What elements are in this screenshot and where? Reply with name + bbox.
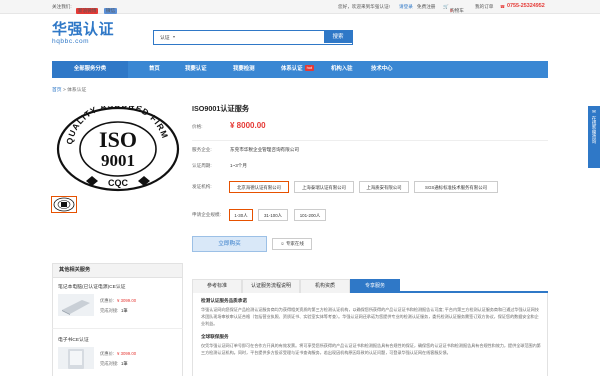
deals-count: 1筆	[121, 308, 128, 313]
related-service-card[interactable]: 笔记本电脑(已认证电源)CE认证 优惠价: ¥ 3099.00 完成对接: 1筆	[52, 278, 183, 328]
content-heading: 全球联保服务	[201, 334, 229, 339]
logo-main-text: 华强认证	[52, 21, 115, 38]
company-value: 东莞市华税企业管理咨询有限公司	[230, 147, 299, 152]
site-logo[interactable]: 华强认证 hqbbc.com	[52, 22, 114, 46]
online-service-float-tab[interactable]: ✉ 在线客服咨询	[588, 106, 600, 168]
logo-sub-text: hqbbc.com	[52, 38, 90, 45]
login-link[interactable]: 请登录	[399, 4, 413, 10]
scale-option[interactable]: 1-30人	[229, 209, 253, 221]
breadcrumb-current: 体系认证	[67, 88, 87, 93]
detail-tabs: 参考标准 认证服务流程说明 机构资质 专享服务	[192, 279, 548, 293]
deals-label: 完成对接:	[100, 361, 119, 366]
nav-testing[interactable]: 我要检测	[233, 61, 255, 78]
price-label: 价格:	[192, 124, 203, 129]
deals-count: 1筆	[121, 361, 128, 366]
content-paragraph: 仅凭华强认证网订单号即可在合作方开具的有效发票。将可享受您所获得的产品认证证书和…	[201, 343, 541, 356]
nav-system-cert-label: 体系认证	[281, 66, 303, 72]
service-price: ¥ 3099.00	[117, 298, 137, 303]
buy-now-button[interactable]: 立即购买	[192, 236, 267, 252]
nav-home[interactable]: 首页	[149, 61, 160, 78]
tab-reference-standard[interactable]: 参考标准	[192, 279, 242, 293]
tab-service-process[interactable]: 认证服务流程说明	[242, 279, 300, 293]
issuer-option[interactable]: SGS通标标准技术服务有限公司	[414, 181, 498, 193]
tab-institution-qualification[interactable]: 机构资质	[300, 279, 350, 293]
thumbnail-image[interactable]	[51, 196, 77, 213]
chat-icon: ✉	[592, 109, 596, 114]
orders-link[interactable]: 我的订单	[475, 4, 493, 10]
seal-number-text: 9001	[101, 151, 135, 170]
seal-cqc-text: CQC	[108, 178, 129, 188]
thumbnail-seal-icon	[53, 197, 75, 212]
breadcrumb-home[interactable]: 首页	[52, 88, 62, 93]
service-name[interactable]: 笔记本电脑(已认证电源)CE认证	[58, 283, 125, 290]
expert-online-button[interactable]: ☺ 专家在线	[272, 238, 312, 250]
greeting: 您好，欢迎来到华强认证!	[338, 4, 390, 9]
nav-all-categories[interactable]: 全部服务分类	[52, 61, 128, 78]
divider	[192, 140, 548, 141]
person-icon: ☺	[280, 241, 285, 246]
cart-icon: 🛒	[443, 4, 449, 9]
phone-number: 0755-25324952	[507, 3, 545, 9]
tab-content: 检测认证服务品质承诺 华强认证网向您保证产品检测认证服务商均为获得相关资质的第三…	[192, 293, 548, 376]
content-paragraph: 华强认证网向您保证产品检测认证服务商均为获得相关资质的第三方检测认证机构，以确保…	[201, 307, 539, 327]
deals-label: 完成对接:	[100, 308, 119, 313]
company-label: 服务企业:	[192, 147, 212, 152]
scale-label: 申请企业规模:	[192, 212, 221, 217]
scale-option[interactable]: 31-100人	[258, 209, 288, 221]
nav-tech-center[interactable]: 技术中心	[371, 61, 393, 78]
weibo-badge: 新浪微博	[76, 8, 99, 14]
search-button[interactable]: 搜索	[324, 31, 352, 43]
iso9001-cert-image: QUALITY ASSURED FIRM ISO 9001 CQC	[56, 106, 180, 192]
top-bar: 关注我们: 新浪微博 微信 您好，欢迎来到华强认证! 请登录 免费注册 🛒 购物…	[0, 0, 600, 14]
chevron-down-icon: ▾	[173, 34, 176, 39]
cycle-value: 1~3个月	[230, 163, 247, 168]
scale-option[interactable]: 101-200人	[294, 209, 326, 221]
register-link[interactable]: 免费注册	[417, 4, 435, 10]
nav-institution-join[interactable]: 机构入驻	[331, 61, 353, 78]
tab-exclusive-service[interactable]: 专享服务	[350, 279, 400, 293]
nav-system-cert[interactable]: 体系认证 hot	[281, 61, 315, 78]
expert-online-label: 专家在线	[285, 241, 304, 246]
cart-count: 0	[450, 8, 453, 13]
cycle-label: 认证周期:	[192, 163, 212, 168]
laptop-image	[58, 294, 94, 316]
float-tab-label: 在线客服咨询	[592, 116, 597, 144]
issuer-option[interactable]: 北京海德认证有限公司	[229, 181, 289, 193]
follow-label: 关注我们:	[52, 4, 72, 9]
issuer-label: 发证机构:	[192, 184, 212, 189]
wechat-badge: 微信	[104, 8, 118, 14]
issuer-option[interactable]: 上海质安有限公司	[359, 181, 409, 193]
price-label: 优惠价:	[100, 351, 115, 356]
price-label: 优惠价:	[100, 298, 115, 303]
content-heading: 检测认证服务品质承诺	[201, 298, 247, 303]
phone-icon: ☎	[500, 4, 505, 9]
product-title: ISO9001认证服务	[192, 104, 250, 113]
related-services-header: 其他相关服务	[52, 263, 183, 278]
search-bar: 认证 ▾ 搜索	[153, 30, 353, 45]
search-category-select[interactable]: 认证	[160, 34, 170, 41]
seal-iso-text: ISO	[99, 127, 137, 152]
price-value: ¥ 8000.00	[230, 121, 266, 130]
main-nav: 全部服务分类 首页 我要认证 我要检测 体系认证 hot 机构入驻 技术中心	[52, 61, 548, 78]
service-price: ¥ 3099.00	[117, 351, 137, 356]
breadcrumb: 首页 > 体系认证	[52, 86, 86, 93]
related-service-card[interactable]: 电子书CE认证 优惠价: ¥ 3099.00 完成对接: 1筆	[52, 328, 183, 376]
issuer-option[interactable]: 上海泰瑞认证有限公司	[294, 181, 354, 193]
hot-badge: hot	[304, 65, 315, 71]
service-name[interactable]: 电子书CE认证	[58, 336, 89, 343]
ebook-image	[58, 347, 94, 369]
breadcrumb-separator: >	[62, 88, 66, 93]
nav-certification[interactable]: 我要认证	[185, 61, 207, 78]
